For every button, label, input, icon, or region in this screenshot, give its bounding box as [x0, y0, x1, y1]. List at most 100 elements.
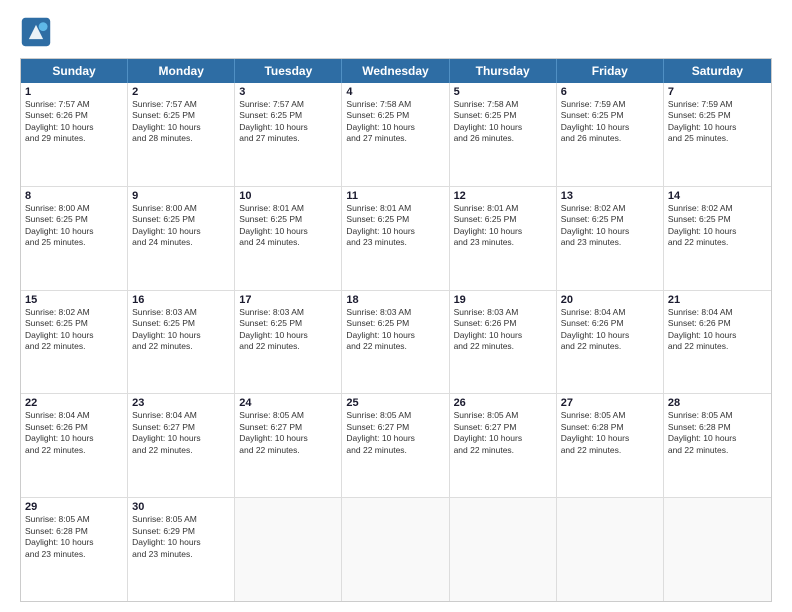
calendar-cell: 13Sunrise: 8:02 AM Sunset: 6:25 PM Dayli…	[557, 187, 664, 290]
header-sunday: Sunday	[21, 59, 128, 83]
day-number: 11	[346, 190, 444, 202]
logo-icon	[20, 16, 52, 48]
cell-info: Sunrise: 8:03 AM Sunset: 6:25 PM Dayligh…	[346, 307, 444, 353]
calendar-cell	[235, 498, 342, 601]
cell-info: Sunrise: 8:04 AM Sunset: 6:26 PM Dayligh…	[561, 307, 659, 353]
cell-info: Sunrise: 7:58 AM Sunset: 6:25 PM Dayligh…	[454, 99, 552, 145]
calendar-body: 1Sunrise: 7:57 AM Sunset: 6:26 PM Daylig…	[21, 83, 771, 601]
calendar-week-0: 1Sunrise: 7:57 AM Sunset: 6:26 PM Daylig…	[21, 83, 771, 187]
cell-info: Sunrise: 8:03 AM Sunset: 6:25 PM Dayligh…	[132, 307, 230, 353]
calendar-cell: 20Sunrise: 8:04 AM Sunset: 6:26 PM Dayli…	[557, 291, 664, 394]
day-number: 26	[454, 397, 552, 409]
day-number: 2	[132, 86, 230, 98]
day-number: 12	[454, 190, 552, 202]
day-number: 22	[25, 397, 123, 409]
calendar-header: Sunday Monday Tuesday Wednesday Thursday…	[21, 59, 771, 83]
calendar-cell: 2Sunrise: 7:57 AM Sunset: 6:25 PM Daylig…	[128, 83, 235, 186]
cell-info: Sunrise: 7:58 AM Sunset: 6:25 PM Dayligh…	[346, 99, 444, 145]
cell-info: Sunrise: 8:05 AM Sunset: 6:28 PM Dayligh…	[561, 410, 659, 456]
calendar-week-2: 15Sunrise: 8:02 AM Sunset: 6:25 PM Dayli…	[21, 291, 771, 395]
cell-info: Sunrise: 8:05 AM Sunset: 6:28 PM Dayligh…	[668, 410, 767, 456]
cell-info: Sunrise: 8:02 AM Sunset: 6:25 PM Dayligh…	[668, 203, 767, 249]
calendar-cell: 28Sunrise: 8:05 AM Sunset: 6:28 PM Dayli…	[664, 394, 771, 497]
cell-info: Sunrise: 8:05 AM Sunset: 6:27 PM Dayligh…	[346, 410, 444, 456]
calendar-cell: 22Sunrise: 8:04 AM Sunset: 6:26 PM Dayli…	[21, 394, 128, 497]
cell-info: Sunrise: 8:01 AM Sunset: 6:25 PM Dayligh…	[239, 203, 337, 249]
header-row	[20, 16, 772, 48]
day-number: 16	[132, 294, 230, 306]
cell-info: Sunrise: 7:57 AM Sunset: 6:25 PM Dayligh…	[239, 99, 337, 145]
calendar-cell: 6Sunrise: 7:59 AM Sunset: 6:25 PM Daylig…	[557, 83, 664, 186]
calendar-cell: 1Sunrise: 7:57 AM Sunset: 6:26 PM Daylig…	[21, 83, 128, 186]
header-monday: Monday	[128, 59, 235, 83]
day-number: 21	[668, 294, 767, 306]
day-number: 9	[132, 190, 230, 202]
cell-info: Sunrise: 7:59 AM Sunset: 6:25 PM Dayligh…	[668, 99, 767, 145]
day-number: 30	[132, 501, 230, 513]
calendar-cell: 10Sunrise: 8:01 AM Sunset: 6:25 PM Dayli…	[235, 187, 342, 290]
cell-info: Sunrise: 8:02 AM Sunset: 6:25 PM Dayligh…	[561, 203, 659, 249]
calendar-cell: 14Sunrise: 8:02 AM Sunset: 6:25 PM Dayli…	[664, 187, 771, 290]
calendar-cell: 8Sunrise: 8:00 AM Sunset: 6:25 PM Daylig…	[21, 187, 128, 290]
day-number: 4	[346, 86, 444, 98]
cell-info: Sunrise: 8:05 AM Sunset: 6:28 PM Dayligh…	[25, 514, 123, 560]
cell-info: Sunrise: 7:57 AM Sunset: 6:26 PM Dayligh…	[25, 99, 123, 145]
calendar-week-1: 8Sunrise: 8:00 AM Sunset: 6:25 PM Daylig…	[21, 187, 771, 291]
cell-info: Sunrise: 8:05 AM Sunset: 6:29 PM Dayligh…	[132, 514, 230, 560]
calendar-cell: 11Sunrise: 8:01 AM Sunset: 6:25 PM Dayli…	[342, 187, 449, 290]
header-thursday: Thursday	[450, 59, 557, 83]
day-number: 28	[668, 397, 767, 409]
cell-info: Sunrise: 8:04 AM Sunset: 6:26 PM Dayligh…	[668, 307, 767, 353]
calendar-week-4: 29Sunrise: 8:05 AM Sunset: 6:28 PM Dayli…	[21, 498, 771, 601]
day-number: 6	[561, 86, 659, 98]
calendar-cell: 23Sunrise: 8:04 AM Sunset: 6:27 PM Dayli…	[128, 394, 235, 497]
cell-info: Sunrise: 7:59 AM Sunset: 6:25 PM Dayligh…	[561, 99, 659, 145]
day-number: 1	[25, 86, 123, 98]
day-number: 15	[25, 294, 123, 306]
header-wednesday: Wednesday	[342, 59, 449, 83]
day-number: 18	[346, 294, 444, 306]
cell-info: Sunrise: 8:03 AM Sunset: 6:26 PM Dayligh…	[454, 307, 552, 353]
calendar-cell: 19Sunrise: 8:03 AM Sunset: 6:26 PM Dayli…	[450, 291, 557, 394]
calendar-cell: 7Sunrise: 7:59 AM Sunset: 6:25 PM Daylig…	[664, 83, 771, 186]
logo	[20, 16, 56, 48]
calendar-cell: 15Sunrise: 8:02 AM Sunset: 6:25 PM Dayli…	[21, 291, 128, 394]
calendar-cell	[450, 498, 557, 601]
calendar-cell: 5Sunrise: 7:58 AM Sunset: 6:25 PM Daylig…	[450, 83, 557, 186]
calendar-cell: 17Sunrise: 8:03 AM Sunset: 6:25 PM Dayli…	[235, 291, 342, 394]
day-number: 17	[239, 294, 337, 306]
calendar-cell	[342, 498, 449, 601]
calendar-cell: 4Sunrise: 7:58 AM Sunset: 6:25 PM Daylig…	[342, 83, 449, 186]
day-number: 10	[239, 190, 337, 202]
day-number: 8	[25, 190, 123, 202]
cell-info: Sunrise: 8:04 AM Sunset: 6:26 PM Dayligh…	[25, 410, 123, 456]
calendar-cell: 24Sunrise: 8:05 AM Sunset: 6:27 PM Dayli…	[235, 394, 342, 497]
day-number: 5	[454, 86, 552, 98]
cell-info: Sunrise: 8:00 AM Sunset: 6:25 PM Dayligh…	[132, 203, 230, 249]
calendar-cell: 29Sunrise: 8:05 AM Sunset: 6:28 PM Dayli…	[21, 498, 128, 601]
cell-info: Sunrise: 8:00 AM Sunset: 6:25 PM Dayligh…	[25, 203, 123, 249]
day-number: 29	[25, 501, 123, 513]
day-number: 27	[561, 397, 659, 409]
calendar-cell: 18Sunrise: 8:03 AM Sunset: 6:25 PM Dayli…	[342, 291, 449, 394]
calendar-cell	[557, 498, 664, 601]
calendar-cell: 26Sunrise: 8:05 AM Sunset: 6:27 PM Dayli…	[450, 394, 557, 497]
calendar-cell: 21Sunrise: 8:04 AM Sunset: 6:26 PM Dayli…	[664, 291, 771, 394]
day-number: 19	[454, 294, 552, 306]
calendar-week-3: 22Sunrise: 8:04 AM Sunset: 6:26 PM Dayli…	[21, 394, 771, 498]
day-number: 3	[239, 86, 337, 98]
cell-info: Sunrise: 7:57 AM Sunset: 6:25 PM Dayligh…	[132, 99, 230, 145]
day-number: 20	[561, 294, 659, 306]
calendar-cell: 30Sunrise: 8:05 AM Sunset: 6:29 PM Dayli…	[128, 498, 235, 601]
day-number: 13	[561, 190, 659, 202]
header-friday: Friday	[557, 59, 664, 83]
calendar-cell: 27Sunrise: 8:05 AM Sunset: 6:28 PM Dayli…	[557, 394, 664, 497]
day-number: 23	[132, 397, 230, 409]
day-number: 7	[668, 86, 767, 98]
page: Sunday Monday Tuesday Wednesday Thursday…	[0, 0, 792, 612]
cell-info: Sunrise: 8:04 AM Sunset: 6:27 PM Dayligh…	[132, 410, 230, 456]
calendar-cell: 16Sunrise: 8:03 AM Sunset: 6:25 PM Dayli…	[128, 291, 235, 394]
cell-info: Sunrise: 8:05 AM Sunset: 6:27 PM Dayligh…	[239, 410, 337, 456]
header-tuesday: Tuesday	[235, 59, 342, 83]
calendar-cell: 25Sunrise: 8:05 AM Sunset: 6:27 PM Dayli…	[342, 394, 449, 497]
